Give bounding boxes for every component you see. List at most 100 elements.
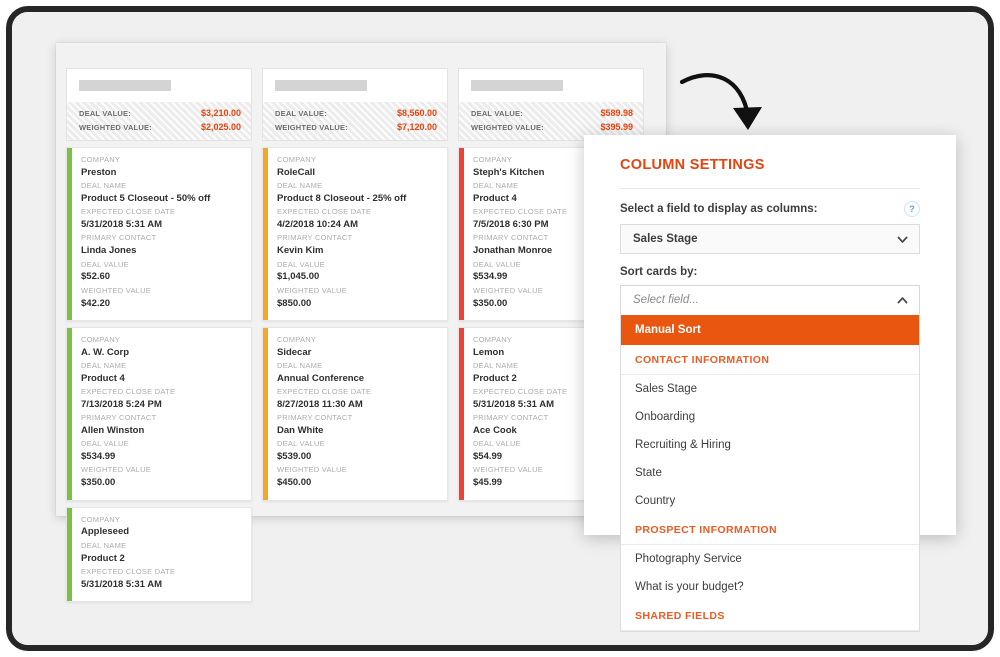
column-total-value: $589.98 <box>600 108 633 118</box>
board-column: DEAL VALUE: $8,560.00 WEIGHTED VALUE: $7,12… <box>262 68 448 516</box>
card-field-value: $534.99 <box>81 451 116 463</box>
card-field-value: Product 4 <box>81 372 125 384</box>
card-field-label: DEAL VALUE <box>277 439 325 449</box>
deal-card[interactable]: COMPANY Preston DEAL NAME Product 5 Closeou… <box>66 147 252 321</box>
deal-card[interactable]: COMPANY Sidecar DEAL NAME Annual Conference… <box>262 326 448 501</box>
column-title-placeholder <box>471 80 563 91</box>
card-field-label: PRIMARY CONTACT <box>81 233 157 243</box>
card-field-label: DEAL VALUE <box>277 259 325 269</box>
dropdown-item[interactable]: What is your budget? <box>621 573 919 601</box>
card-field-value: 4/2/2018 10:24 AM <box>277 219 358 231</box>
column-total-row: WEIGHTED VALUE: $395.99 <box>471 121 633 135</box>
card-accent-bar <box>263 148 268 320</box>
card-field-label: PRIMARY CONTACT <box>277 233 353 243</box>
column-header <box>262 68 448 102</box>
card-field-label: DEAL NAME <box>277 360 323 370</box>
card-field-label: COMPANY <box>81 514 121 524</box>
card-field-label: WEIGHTED VALUE <box>277 285 348 295</box>
column-header <box>66 68 252 102</box>
card-field-value: $42.20 <box>81 297 111 309</box>
panel-divider <box>620 188 920 189</box>
dropdown-group-heading: PROSPECT INFORMATION <box>621 515 919 545</box>
card-field-value: $350.00 <box>81 477 116 489</box>
dropdown-item[interactable]: State <box>621 459 919 487</box>
card-field-label: WEIGHTED VALUE <box>81 465 152 475</box>
sort-field-label: Sort cards by: <box>620 266 698 278</box>
card-field-value: $850.00 <box>277 297 312 309</box>
column-field-select[interactable]: Sales Stage <box>620 224 920 254</box>
column-total-label: WEIGHTED VALUE: <box>79 122 152 132</box>
deal-card[interactable]: COMPANY Appleseed DEAL NAME Product 2 EXPECT… <box>66 506 252 602</box>
card-field-value: Appleseed <box>81 526 130 538</box>
card-accent-bar <box>263 327 268 500</box>
dropdown-item[interactable]: Photography Service <box>621 545 919 573</box>
cards-stack: COMPANY RoleCall DEAL NAME Product 8 Closeo… <box>262 141 448 501</box>
card-field-value: $52.60 <box>81 271 111 283</box>
card-field-value: Preston <box>81 166 117 178</box>
column-total-label: WEIGHTED VALUE: <box>471 122 544 132</box>
card-field-label: PRIMARY CONTACT <box>277 413 353 423</box>
panel-body: Select a field to display as columns: ? … <box>584 201 956 632</box>
chevron-down-icon <box>897 236 908 243</box>
column-total-row: DEAL VALUE: $589.98 <box>471 107 633 121</box>
column-title-placeholder <box>275 80 367 91</box>
deal-card[interactable]: COMPANY A. W. Corp DEAL NAME Product 4 EXPEC… <box>66 326 252 501</box>
deal-card[interactable]: COMPANY RoleCall DEAL NAME Product 8 Closeo… <box>262 147 448 321</box>
card-accent-bar <box>67 507 72 601</box>
card-field-value: 7/13/2018 5:24 PM <box>81 398 162 410</box>
card-field-label: EXPECTED CLOSE DATE <box>277 207 372 217</box>
card-field-value: RoleCall <box>277 166 316 178</box>
dropdown-item[interactable]: Onboarding <box>621 403 919 431</box>
column-header <box>458 68 644 102</box>
card-field-label: DEAL VALUE <box>81 439 129 449</box>
card-field-label: DEAL NAME <box>81 360 127 370</box>
column-field-row: Select a field to display as columns: ? <box>620 201 920 217</box>
card-field-value: Product 5 Closeout - 50% off <box>81 193 211 204</box>
sort-field-placeholder: Select field... <box>633 294 699 306</box>
card-field-label: DEAL VALUE <box>81 259 129 269</box>
column-totals: DEAL VALUE: $3,210.00 WEIGHTED VALUE: $2,02… <box>66 102 252 141</box>
card-field-label: WEIGHTED VALUE <box>81 285 152 295</box>
card-field-value: Product 8 Closeout - 25% off <box>277 193 407 204</box>
sort-field-select[interactable]: Select field... <box>620 285 920 315</box>
board-columns: DEAL VALUE: $3,210.00 WEIGHTED VALUE: $2,02… <box>66 68 666 602</box>
column-field-value: Sales Stage <box>633 233 698 245</box>
column-total-label: DEAL VALUE: <box>79 109 131 118</box>
column-total-value: $2,025.00 <box>200 121 241 132</box>
card-field-label: COMPANY <box>277 334 317 344</box>
column-total-row: DEAL VALUE: $8,560.00 <box>275 107 437 121</box>
card-accent-bar <box>459 327 464 500</box>
card-field-value: Dan White <box>277 425 324 436</box>
help-icon[interactable]: ? <box>904 201 920 217</box>
column-total-row: WEIGHTED VALUE: $7,120.00 <box>275 121 437 135</box>
card-field-value: A. W. Corp <box>81 346 130 358</box>
card-field-label: DEAL NAME <box>81 540 127 550</box>
card-field-value: 5/31/2018 5:31 AM <box>81 219 162 231</box>
column-totals: DEAL VALUE: $8,560.00 WEIGHTED VALUE: $7,12… <box>262 102 448 141</box>
dropdown-item[interactable]: Country <box>621 487 919 515</box>
column-total-value: $7,120.00 <box>396 121 437 132</box>
column-total-value: $3,210.00 <box>200 108 241 118</box>
card-field-label: PRIMARY CONTACT <box>81 413 157 423</box>
dropdown-item[interactable]: Sales Stage <box>621 375 919 403</box>
dropdown-group-heading: SHARED FIELDS <box>621 601 919 631</box>
dropdown-group-heading: CONTACT INFORMATION <box>621 345 919 375</box>
cards-stack: COMPANY Preston DEAL NAME Product 5 Closeou… <box>66 141 252 602</box>
card-field-value: 5/31/2018 5:31 AM <box>81 578 162 590</box>
column-total-value: $8,560.00 <box>396 108 437 118</box>
column-total-label: DEAL VALUE: <box>275 109 327 118</box>
card-field-label: COMPANY <box>81 334 121 344</box>
card-field-label: DEAL NAME <box>277 181 323 191</box>
card-field-value: Kevin Kim <box>277 245 324 257</box>
board-column: DEAL VALUE: $3,210.00 WEIGHTED VALUE: $2,02… <box>66 68 252 602</box>
dropdown-item[interactable]: Manual Sort <box>621 315 919 345</box>
screen-content: DEAL VALUE: $3,210.00 WEIGHTED VALUE: $2,02… <box>12 12 988 645</box>
chevron-up-icon <box>897 296 908 303</box>
device-frame: DEAL VALUE: $3,210.00 WEIGHTED VALUE: $2,02… <box>6 6 994 651</box>
card-field-value: Linda Jones <box>81 245 137 257</box>
card-accent-bar <box>67 148 72 320</box>
column-total-value: $395.99 <box>600 121 633 132</box>
dropdown-item[interactable]: Recruiting & Hiring <box>621 431 919 459</box>
column-total-row: DEAL VALUE: $3,210.00 <box>79 107 241 121</box>
panel-title: COLUMN SETTINGS <box>620 157 765 173</box>
